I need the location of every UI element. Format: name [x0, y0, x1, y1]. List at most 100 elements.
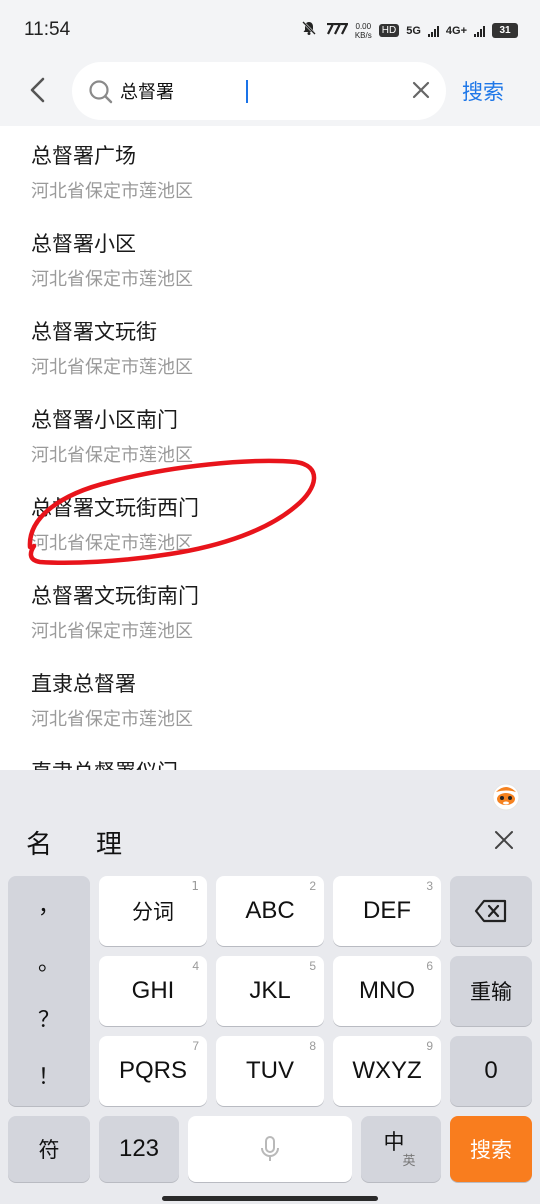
backspace-icon	[474, 899, 507, 923]
result-address: 河北省保定市莲池区	[31, 621, 193, 642]
status-icons: 0.00 KB/s HD 5G 4G+ 31	[301, 20, 518, 41]
home-indicator	[162, 1196, 378, 1201]
result-item[interactable]: 总督署小区 河北省保定市莲池区	[0, 214, 540, 302]
key-label: WXYZ	[352, 1057, 422, 1084]
result-title: 总督署小区	[31, 232, 136, 256]
key-number: 3	[426, 879, 433, 893]
clear-button[interactable]	[410, 79, 432, 105]
key-fenci[interactable]: 分词 1	[99, 876, 207, 946]
battery-icon: 31	[492, 23, 518, 38]
candidate-1[interactable]: 名	[26, 824, 52, 861]
result-item[interactable]: 总督署文玩街南门 河北省保定市莲池区	[0, 566, 540, 654]
result-item[interactable]: 总督署广场 河北省保定市莲池区	[0, 126, 540, 214]
result-title: 总督署文玩街西门	[31, 496, 199, 520]
search-box[interactable]	[72, 62, 446, 120]
result-title: 直隶总督署仪门	[31, 756, 178, 770]
reinput-key[interactable]: 重输	[450, 956, 532, 1026]
key-number: 4	[192, 959, 199, 973]
result-address: 河北省保定市莲池区	[31, 533, 193, 554]
text-cursor	[246, 80, 248, 103]
result-address: 河北省保定市莲池区	[31, 357, 193, 378]
result-title: 总督署广场	[31, 144, 136, 168]
mute-bell-icon	[301, 20, 317, 41]
key-label: GHI	[131, 977, 175, 1004]
key-label: TUV	[246, 1057, 294, 1084]
key-number: 9	[426, 1039, 433, 1053]
lang-primary: 中	[383, 1129, 405, 1154]
lang-secondary: 英	[402, 1153, 416, 1169]
result-address: 河北省保定市莲池区	[31, 181, 193, 202]
key-number: 6	[426, 959, 433, 973]
net-speed-unit: KB/s	[354, 30, 372, 40]
result-address: 河北省保定市莲池区	[31, 269, 193, 290]
punct-question-key[interactable]: ？	[8, 990, 90, 1046]
signal-icon-2	[474, 25, 485, 37]
key-number: 5	[309, 959, 316, 973]
results-list: 总督署广场 河北省保定市莲池区 总督署小区 河北省保定市莲池区 总督署文玩街 河…	[0, 126, 540, 770]
key-abc[interactable]: ABC 2	[216, 876, 324, 946]
result-address: 河北省保定市莲池区	[31, 709, 193, 730]
key-label: ABC	[245, 897, 295, 924]
result-title: 总督署小区南门	[31, 408, 178, 432]
key-label: MNO	[359, 977, 415, 1004]
key-ghi[interactable]: GHI 4	[99, 956, 207, 1026]
language-switch-key[interactable]: 中 英	[361, 1116, 441, 1182]
search-header: 搜索	[0, 62, 540, 126]
candidate-close-button[interactable]	[492, 828, 516, 856]
signal-icon	[427, 25, 439, 37]
key-pqrs[interactable]: PQRS 7	[99, 1036, 207, 1106]
result-title: 直隶总督署	[31, 672, 136, 696]
candidate-2[interactable]: 理	[96, 824, 122, 861]
keyboard-search-key[interactable]: 搜索	[450, 1116, 532, 1182]
key-wxyz[interactable]: WXYZ 9	[333, 1036, 441, 1106]
result-item[interactable]: 直隶总督署仪门	[0, 742, 540, 770]
key-label: JKL	[249, 977, 291, 1004]
result-title: 总督署文玩街	[31, 320, 157, 344]
carrier-logo-icon	[324, 22, 349, 40]
result-title: 总督署文玩街南门	[31, 584, 199, 608]
result-item[interactable]: 总督署文玩街西门 河北省保定市莲池区	[0, 478, 540, 566]
keyboard: 名 理 ， 。 ？ ！ 分词 1 ABC 2 DEF 3 GHI 4 JKL 5…	[0, 770, 540, 1204]
result-item[interactable]: 总督署小区南门 河北省保定市莲池区	[0, 390, 540, 478]
punct-exclaim-key[interactable]: ！	[8, 1047, 90, 1103]
ime-mascot-icon[interactable]	[490, 780, 522, 816]
punctuation-column: ， 。 ？ ！	[8, 876, 90, 1106]
net-speed: 0.00 KB/s	[355, 22, 372, 40]
key-number: 1	[191, 879, 199, 893]
key-def[interactable]: DEF 3	[333, 876, 441, 946]
result-address: 河北省保定市莲池区	[31, 445, 193, 466]
back-button[interactable]	[20, 70, 56, 110]
key-label: PQRS	[118, 1057, 187, 1084]
network-4g: 4G+	[445, 24, 467, 37]
hd-badge: HD	[378, 24, 400, 37]
punct-period-key[interactable]: 。	[8, 933, 90, 989]
key-tuv[interactable]: TUV 8	[216, 1036, 324, 1106]
symbol-key[interactable]: 符	[8, 1116, 90, 1182]
search-icon	[88, 79, 114, 109]
close-icon	[412, 81, 430, 99]
key-jkl[interactable]: JKL 5	[216, 956, 324, 1026]
zero-key[interactable]: 0	[450, 1036, 532, 1106]
space-key[interactable]	[188, 1116, 352, 1182]
microphone-icon	[261, 1136, 279, 1161]
candidate-bar: 名 理	[0, 770, 540, 870]
result-item[interactable]: 总督署文玩街 河北省保定市莲池区	[0, 302, 540, 390]
backspace-key[interactable]	[450, 876, 532, 946]
close-icon	[495, 831, 513, 849]
search-button[interactable]: 搜索	[462, 76, 504, 106]
key-number: 8	[309, 1039, 316, 1053]
key-number: 2	[309, 879, 316, 893]
status-time: 11:54	[24, 19, 71, 40]
punct-comma-key[interactable]: ，	[8, 876, 90, 932]
key-label: DEF	[363, 897, 411, 924]
key-number: 7	[192, 1039, 199, 1053]
status-bar: 11:54 0.00 KB/s HD 5G 4G+ 31	[0, 0, 540, 62]
back-arrow-icon	[30, 77, 45, 103]
key-mno[interactable]: MNO 6	[333, 956, 441, 1026]
result-item[interactable]: 直隶总督署 河北省保定市莲池区	[0, 654, 540, 742]
key-label: 分词	[132, 900, 174, 924]
search-input[interactable]	[120, 78, 400, 104]
network-5g: 5G	[406, 24, 421, 37]
net-speed-value: 0.00	[355, 21, 372, 31]
number-key[interactable]: 123	[99, 1116, 179, 1182]
